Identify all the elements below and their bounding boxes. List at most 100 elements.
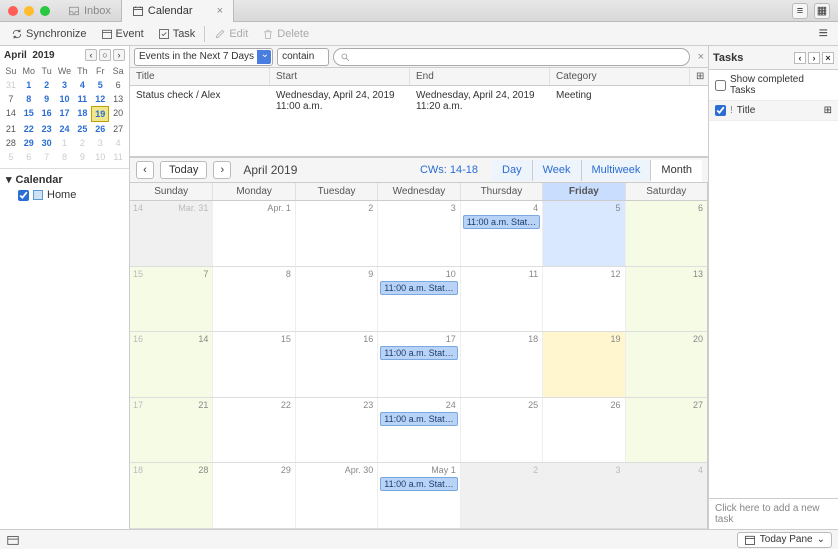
delete-button[interactable]: Delete xyxy=(257,26,314,42)
day-cell[interactable]: 19 xyxy=(542,332,624,397)
col-start[interactable]: Start xyxy=(270,68,410,85)
event-chip[interactable]: 11:00 a.m. Status … xyxy=(380,281,457,295)
datepicker-day[interactable]: 5 xyxy=(91,78,109,92)
datepicker-day[interactable]: 1 xyxy=(20,78,38,92)
new-event-button[interactable]: Event xyxy=(96,26,149,42)
datepicker-day[interactable]: 2 xyxy=(38,78,56,92)
datepicker-day[interactable]: 19 xyxy=(91,106,109,122)
zoom-window-icon[interactable] xyxy=(40,6,50,16)
day-cell[interactable]: 1711:00 a.m. Status … xyxy=(377,332,459,397)
column-config-icon[interactable]: ⊞ xyxy=(690,68,708,85)
datepicker-day[interactable]: 25 xyxy=(73,122,91,136)
datepicker-day[interactable]: 14 xyxy=(2,106,20,122)
day-cell[interactable]: 1416 xyxy=(130,332,212,397)
datepicker-day[interactable]: 12 xyxy=(91,92,109,106)
datepicker-day[interactable]: 28 xyxy=(2,136,20,150)
show-completed-row[interactable]: Show completed Tasks xyxy=(709,70,838,101)
datepicker-day[interactable]: 27 xyxy=(109,122,127,136)
day-cell[interactable]: 16 xyxy=(295,332,377,397)
event-search-input[interactable] xyxy=(354,51,682,62)
datepicker-next-icon[interactable]: › xyxy=(113,49,125,61)
task-close-icon[interactable]: × xyxy=(822,52,834,64)
datepicker-grid[interactable]: SuMoTuWeThFrSa31123456789101112131415161… xyxy=(0,64,129,168)
datepicker-day[interactable]: 18 xyxy=(73,106,91,122)
datepicker-day[interactable]: 8 xyxy=(56,150,74,164)
day-cell[interactable]: 5 xyxy=(542,201,624,266)
day-cell[interactable]: 26 xyxy=(542,398,624,463)
day-cell[interactable]: 2411:00 a.m. Status … xyxy=(377,398,459,463)
datepicker-day[interactable]: 6 xyxy=(109,78,127,92)
datepicker-day[interactable]: 6 xyxy=(20,150,38,164)
day-cell[interactable]: 6 xyxy=(625,201,707,266)
datepicker-day[interactable]: 9 xyxy=(73,150,91,164)
day-cell[interactable]: 2818 xyxy=(130,463,212,528)
day-cell[interactable]: 1011:00 a.m. Status … xyxy=(377,267,459,332)
day-cell[interactable]: 11 xyxy=(460,267,542,332)
day-cell[interactable]: 29 xyxy=(212,463,294,528)
datepicker-day[interactable]: 11 xyxy=(73,92,91,106)
task-col-checkbox[interactable] xyxy=(715,105,726,116)
today-button[interactable]: Today xyxy=(160,161,207,179)
datepicker-day[interactable]: 5 xyxy=(2,150,20,164)
view-month[interactable]: Month xyxy=(650,160,702,182)
datepicker-day[interactable]: 20 xyxy=(109,106,127,122)
datepicker-prev-icon[interactable]: ‹ xyxy=(85,49,97,61)
datepicker-day[interactable]: 16 xyxy=(38,106,56,122)
event-chip[interactable]: 11:00 a.m. Status … xyxy=(463,215,540,229)
day-cell[interactable]: 9 xyxy=(295,267,377,332)
task-prev-icon[interactable]: ‹ xyxy=(794,52,806,64)
event-row[interactable]: Status check / Alex Wednesday, April 24,… xyxy=(130,86,708,116)
datepicker-day[interactable]: 17 xyxy=(56,106,74,122)
day-cell[interactable]: 23 xyxy=(295,398,377,463)
datepicker-day[interactable]: 30 xyxy=(38,136,56,150)
day-cell[interactable]: 25 xyxy=(460,398,542,463)
close-tab-icon[interactable]: × xyxy=(217,5,223,17)
menu-icon[interactable]: ≡ xyxy=(792,3,808,19)
day-cell[interactable]: 2 xyxy=(460,463,542,528)
event-chip[interactable]: 11:00 a.m. Status … xyxy=(380,412,457,426)
day-cell[interactable]: 20 xyxy=(625,332,707,397)
datepicker-day[interactable]: 4 xyxy=(109,136,127,150)
datepicker-day[interactable]: 9 xyxy=(38,92,56,106)
datepicker-day[interactable]: 24 xyxy=(56,122,74,136)
datepicker-day[interactable]: 26 xyxy=(91,122,109,136)
new-task-button[interactable]: Task xyxy=(153,26,201,42)
view-multiweek[interactable]: Multiweek xyxy=(581,160,651,181)
calendar-home-checkbox[interactable] xyxy=(18,190,29,201)
prev-month-button[interactable]: ‹ xyxy=(136,161,154,179)
filter-scope-select[interactable]: Events in the Next 7 Days xyxy=(134,48,273,66)
datepicker-day[interactable]: 15 xyxy=(20,106,38,122)
day-cell[interactable]: 12 xyxy=(542,267,624,332)
clear-filter-icon[interactable]: × xyxy=(694,51,708,63)
datepicker-day[interactable]: 29 xyxy=(20,136,38,150)
datepicker-day[interactable]: 11 xyxy=(109,150,127,164)
close-window-icon[interactable] xyxy=(8,6,18,16)
datepicker-day[interactable]: 3 xyxy=(91,136,109,150)
synchronize-button[interactable]: Synchronize xyxy=(6,26,92,42)
event-chip[interactable]: 11:00 a.m. Status … xyxy=(380,477,457,491)
event-chip[interactable]: 11:00 a.m. Status … xyxy=(380,346,457,360)
view-day[interactable]: Day xyxy=(492,160,532,181)
calendar-section-header[interactable]: ▾Calendar xyxy=(6,173,123,186)
datepicker-day[interactable]: 2 xyxy=(73,136,91,150)
datepicker-today-icon[interactable]: ○ xyxy=(99,49,111,61)
datepicker-day[interactable]: 23 xyxy=(38,122,56,136)
minimize-window-icon[interactable] xyxy=(24,6,34,16)
day-cell[interactable]: 27 xyxy=(625,398,707,463)
day-cell[interactable]: 18 xyxy=(460,332,542,397)
day-cell[interactable]: 22 xyxy=(212,398,294,463)
next-month-button[interactable]: › xyxy=(213,161,231,179)
calendar-item-home[interactable]: Home xyxy=(6,186,123,204)
col-category[interactable]: Category xyxy=(550,68,690,85)
datepicker-day[interactable]: 13 xyxy=(109,92,127,106)
tab-inbox[interactable]: Inbox xyxy=(58,0,122,22)
today-pane-toggle[interactable]: Today Pane ⌄ xyxy=(737,532,832,548)
col-title[interactable]: Title xyxy=(130,68,270,85)
day-cell[interactable]: 2117 xyxy=(130,398,212,463)
day-cell[interactable]: 3 xyxy=(377,201,459,266)
datepicker-day[interactable]: 10 xyxy=(56,92,74,106)
datepicker-day[interactable]: 22 xyxy=(20,122,38,136)
datepicker-day[interactable]: 3 xyxy=(56,78,74,92)
day-cell[interactable]: 3 xyxy=(542,463,624,528)
day-cell[interactable]: 15 xyxy=(212,332,294,397)
